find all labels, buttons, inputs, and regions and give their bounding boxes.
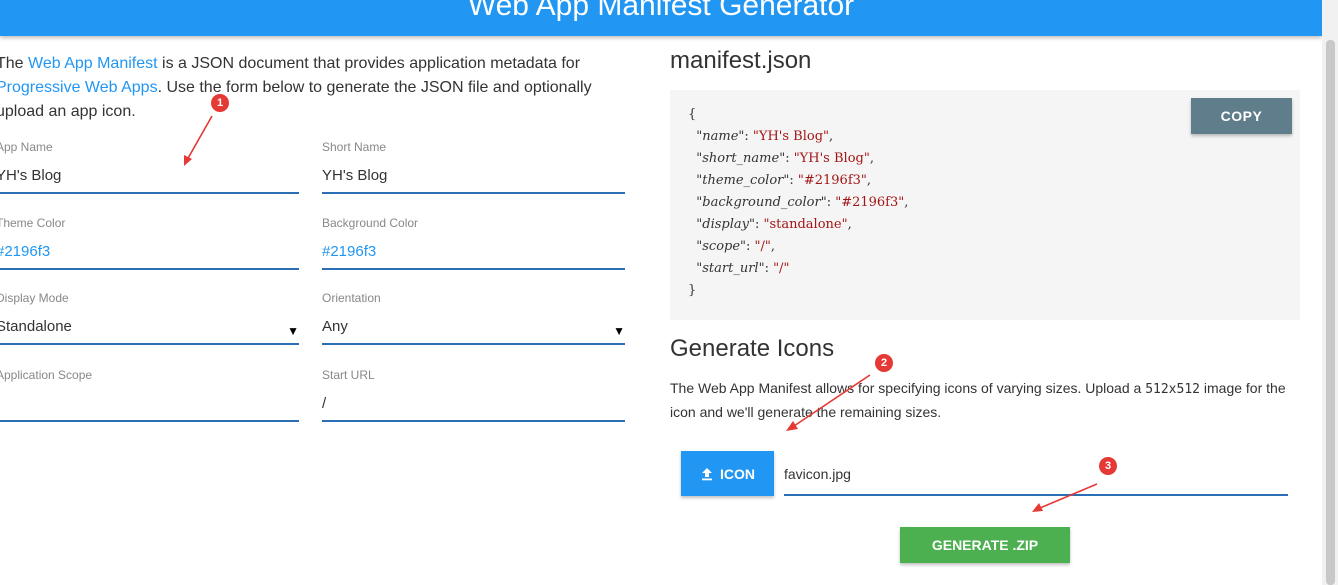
manifest-json: { "name": "YH's Blog", "short_name": "YH… [688,104,908,302]
manifest-entry: "display": "standalone", [688,217,852,232]
app-name-label: App Name [0,140,53,154]
intro-text-start: The [0,55,24,72]
manifest-value: "YH's Blog" [752,129,830,144]
manifest-entry: "theme_color": "#2196f3", [688,173,871,188]
orientation-value: Any [322,318,348,335]
manifest-entry: "short_name": "YH's Blog", [688,151,874,166]
manifest-value: "#2196f3" [835,195,905,210]
upload-icon [702,467,712,480]
theme-color-field: Theme Color #2196f3 [0,216,299,270]
icon-file-name: favicon.jpg [784,466,851,482]
annotation-badge-2: 2 [875,354,893,372]
application-scope-input[interactable]: / [0,394,299,422]
manifest-entry: "scope": "/", [688,239,775,254]
open-brace: { [688,107,697,122]
annotation-badge-3: 3 [1099,457,1117,475]
intro-paragraph: The Web App Manifest is a JSON document … [0,52,636,124]
manifest-value: "#2196f3" [797,173,867,188]
start-url-field: Start URL / [322,368,625,422]
manifest-key: "background_color" [696,195,827,210]
theme-color-label: Theme Color [0,216,66,230]
separator: , [869,151,874,166]
manifest-key: "theme_color" [696,173,790,188]
orientation-field: Orientation Any ▼ [322,291,625,345]
display-mode-value: Standalone [0,318,72,335]
short-name-input[interactable]: YH's Blog [322,166,625,194]
app-header: Web App Manifest Generator [0,0,1322,36]
manifest-value: "/" [773,261,790,276]
caret-down-icon: ▼ [287,324,299,338]
separator: , [866,173,872,188]
colon: : [789,173,798,188]
background-color-field: Background Color #2196f3 [322,216,625,270]
generate-icons-title: Generate Icons [670,335,835,362]
generate-icons-description: The Web App Manifest allows for specifyi… [670,377,1300,423]
theme-color-input[interactable]: #2196f3 [0,242,299,270]
short-name-field: Short Name YH's Blog [322,140,625,194]
separator: , [847,217,852,232]
manifest-key: "scope" [696,239,747,254]
manifest-value: "standalone" [763,217,848,232]
orientation-select[interactable]: Any ▼ [322,317,625,345]
scrollbar[interactable] [1322,0,1338,585]
colon: : [746,239,755,254]
start-url-label: Start URL [322,368,375,382]
scrollbar-thumb[interactable] [1326,40,1335,585]
upload-icon-button[interactable]: ICON [681,451,774,496]
manifest-key: "display" [696,217,755,232]
application-scope-field: Application Scope / [0,368,299,422]
start-url-input[interactable]: / [322,394,625,422]
manifest-key: "short_name" [696,151,786,166]
manifest-entry: "start_url": "/" [688,261,789,276]
upload-icon-button-label: ICON [720,465,755,482]
short-name-label: Short Name [322,140,387,154]
progressive-web-apps-link[interactable]: Progressive Web Apps [0,79,158,96]
manifest-key: "start_url" [696,261,765,276]
app-name-field: App Name YH's Blog [0,140,299,194]
colon: : [764,261,774,276]
manifest-entry: "background_color": "#2196f3", [688,195,908,210]
web-app-manifest-link[interactable]: Web App Manifest [28,55,158,72]
desc-text-start: The Web App Manifest allows for specifyi… [670,380,1146,396]
arrow-head-3-icon [1032,503,1043,512]
app-name-input[interactable]: YH's Blog [0,166,299,194]
colon: : [785,151,794,166]
colon: : [744,129,753,144]
display-mode-select[interactable]: Standalone ▼ [0,317,299,345]
orientation-label: Orientation [322,291,381,305]
manifest-value: "YH's Blog" [793,151,870,166]
generate-zip-button[interactable]: GENERATE .ZIP [900,527,1070,563]
copy-button[interactable]: COPY [1191,98,1292,134]
separator: , [829,129,834,144]
icon-size-code: 512x512 [1145,382,1200,397]
close-brace: } [688,283,697,298]
icon-file-input[interactable]: favicon.jpg [784,462,1288,496]
intro-text-mid: is a JSON document that provides applica… [157,55,581,72]
annotation-badge-1: 1 [211,94,229,112]
manifest-value: "/" [754,239,771,254]
colon: : [826,195,836,210]
background-color-input[interactable]: #2196f3 [322,242,625,270]
separator: , [904,195,909,210]
separator: , [770,239,776,254]
manifest-title: manifest.json [670,47,812,74]
page-title: Web App Manifest Generator [467,0,855,22]
display-mode-label: Display Mode [0,291,69,305]
caret-down-icon: ▼ [613,324,625,338]
manifest-entry: "name": "YH's Blog", [688,129,833,144]
background-color-label: Background Color [322,216,419,230]
application-scope-label: Application Scope [0,368,93,382]
manifest-key: "name" [696,129,745,144]
display-mode-field: Display Mode Standalone ▼ [0,291,299,345]
